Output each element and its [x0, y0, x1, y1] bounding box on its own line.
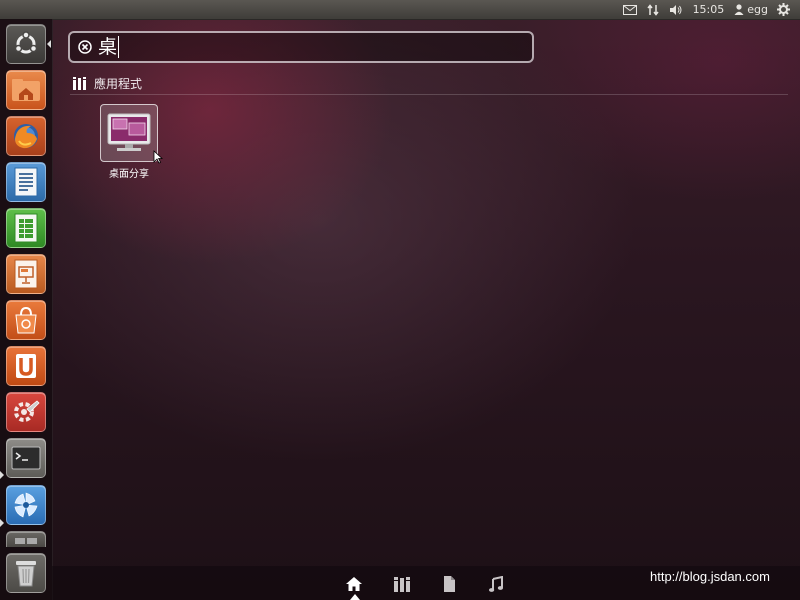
clear-search-icon[interactable]	[78, 40, 92, 54]
calc-icon	[14, 213, 38, 243]
launcher-libreoffice-impress[interactable]	[6, 254, 46, 294]
category-header-applications[interactable]: 應用程式	[70, 72, 788, 95]
firefox-icon	[14, 124, 38, 149]
dash-search-bar[interactable]: 桌	[68, 31, 534, 63]
network-icon[interactable]	[646, 0, 659, 19]
shotwell-running-indicator	[0, 519, 4, 527]
volume-icon[interactable]	[669, 0, 683, 19]
applications-icon	[394, 576, 410, 592]
workspaces-icon	[15, 537, 37, 544]
user-menu[interactable]: egg	[734, 3, 768, 16]
launcher-shotwell[interactable]	[6, 485, 46, 525]
dash-active-indicator	[47, 40, 51, 48]
writer-icon	[14, 167, 38, 197]
mouse-cursor-icon	[153, 150, 163, 164]
terminal-icon	[11, 446, 41, 470]
category-label: 應用程式	[94, 76, 143, 91]
active-lens-indicator	[350, 594, 360, 600]
gear-icon[interactable]	[777, 0, 790, 19]
result-desktop-sharing[interactable]	[100, 104, 158, 162]
launcher-software-center[interactable]	[6, 300, 46, 340]
trash-icon	[16, 561, 36, 587]
shotwell-icon	[14, 492, 38, 518]
shopping-bag-icon	[15, 306, 37, 334]
launcher	[0, 19, 53, 600]
launcher-home-folder[interactable]	[6, 70, 46, 110]
home-icon	[346, 577, 362, 591]
launcher-workspace-switcher[interactable]	[6, 531, 46, 547]
search-input[interactable]: 桌	[98, 35, 117, 59]
user-name: egg	[747, 3, 768, 16]
text-caret	[118, 36, 120, 58]
desktop-sharing-icon	[107, 113, 151, 151]
lens-files[interactable]	[440, 575, 458, 593]
applications-category-icon	[73, 76, 86, 90]
user-icon	[734, 4, 744, 15]
dash-home-button[interactable]	[6, 24, 46, 64]
lens-home[interactable]	[345, 575, 363, 593]
launcher-system-settings[interactable]	[6, 392, 46, 432]
terminal-running-indicator	[0, 471, 4, 479]
ubuntu-logo-icon	[14, 31, 38, 54]
file-icon	[443, 576, 455, 592]
watermark-text: http://blog.jsdan.com	[650, 569, 770, 584]
mail-icon[interactable]	[622, 0, 637, 19]
impress-icon	[14, 259, 38, 289]
settings-wrench-icon	[14, 400, 40, 422]
launcher-libreoffice-calc[interactable]	[6, 208, 46, 248]
launcher-firefox[interactable]	[6, 116, 46, 156]
lens-applications[interactable]	[393, 575, 411, 593]
folder-home-icon	[12, 79, 40, 101]
music-note-icon	[489, 576, 503, 592]
launcher-ubuntu-one[interactable]	[6, 346, 46, 386]
ubuntu-one-icon	[16, 354, 36, 378]
launcher-trash[interactable]	[6, 553, 46, 593]
clock[interactable]: 15:05	[693, 3, 725, 16]
result-label[interactable]: 桌面分享	[96, 165, 162, 180]
lens-music[interactable]	[487, 575, 505, 593]
launcher-libreoffice-writer[interactable]	[6, 162, 46, 202]
launcher-terminal[interactable]	[6, 438, 46, 478]
top-panel: 15:05 egg	[0, 0, 800, 20]
